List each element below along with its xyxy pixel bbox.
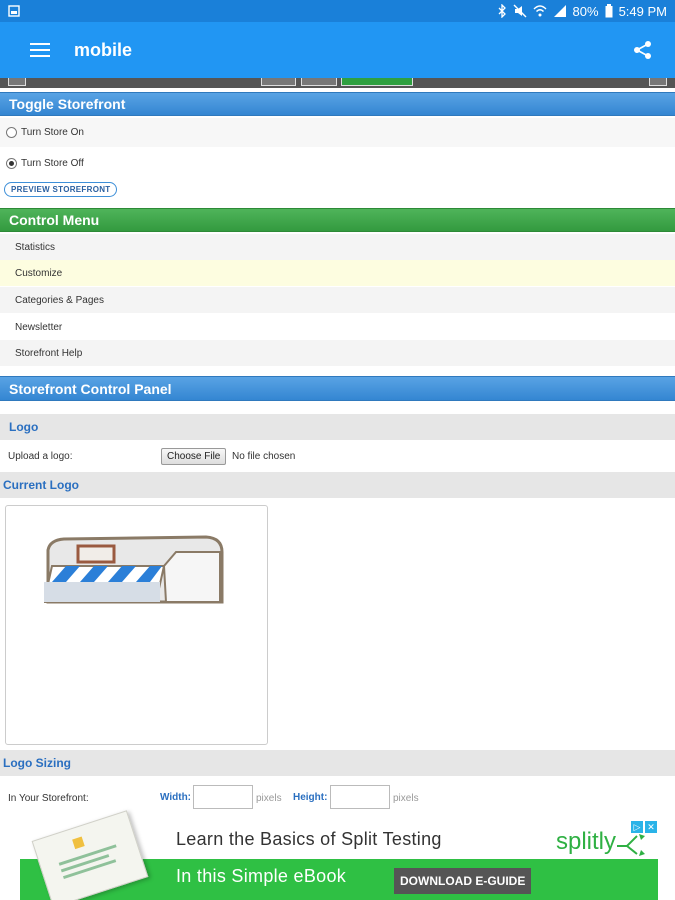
current-logo-header: Current Logo bbox=[0, 472, 675, 498]
height-label: Height: bbox=[293, 792, 328, 803]
preview-storefront-button[interactable]: PREVIEW STOREFRONT bbox=[4, 182, 118, 197]
menu-icon[interactable] bbox=[30, 43, 50, 57]
upload-logo-row: Upload a logo: Choose File No file chose… bbox=[0, 442, 675, 471]
ad-close-icon[interactable]: ✕ bbox=[645, 821, 657, 833]
storefront-control-panel-header: Storefront Control Panel bbox=[0, 376, 675, 401]
battery-percent: 80% bbox=[572, 3, 599, 19]
choose-file-button[interactable]: Choose File bbox=[161, 448, 227, 465]
menu-item-statistics[interactable]: Statistics bbox=[0, 234, 675, 260]
wifi-icon bbox=[533, 5, 547, 17]
webpage-toolbar-strip bbox=[0, 78, 675, 88]
logo-height-input[interactable] bbox=[330, 785, 390, 809]
strip-button[interactable] bbox=[261, 78, 296, 86]
width-label: Width: bbox=[160, 792, 192, 803]
battery-icon bbox=[605, 4, 613, 18]
app-title: mobile bbox=[74, 39, 133, 60]
logo-width-input[interactable] bbox=[193, 785, 253, 809]
radio-store-on[interactable] bbox=[6, 127, 17, 138]
bluetooth-icon bbox=[498, 4, 506, 18]
ad-subline: In this Simple eBook bbox=[176, 866, 347, 886]
menu-item-storefront-help[interactable]: Storefront Help bbox=[0, 340, 675, 366]
upload-logo-label: Upload a logo: bbox=[8, 451, 73, 462]
radio-store-off[interactable] bbox=[6, 158, 17, 169]
splitly-logo: splitly bbox=[556, 828, 617, 855]
in-storefront-label: In Your Storefront: bbox=[8, 793, 89, 804]
strip-button[interactable] bbox=[301, 78, 337, 86]
storefront-logo-image bbox=[44, 535, 224, 604]
strip-button[interactable] bbox=[649, 78, 667, 86]
ad-headline: Learn the Basics of Split Testing bbox=[176, 829, 442, 849]
menu-item-customize[interactable]: Customize bbox=[0, 260, 675, 286]
width-unit: pixels bbox=[256, 793, 282, 804]
logo-section-header: Logo bbox=[0, 414, 675, 440]
app-bar: mobile bbox=[0, 22, 675, 78]
strip-button[interactable] bbox=[341, 78, 413, 86]
gallery-icon bbox=[8, 5, 20, 17]
toggle-storefront-header: Toggle Storefront bbox=[0, 92, 675, 116]
current-logo-preview bbox=[5, 505, 268, 745]
ad-info-icon[interactable]: ▷ bbox=[631, 821, 643, 833]
ad-banner[interactable]: Learn the Basics of Split Testing In thi… bbox=[0, 810, 675, 900]
logo-sizing-header: Logo Sizing bbox=[0, 750, 675, 776]
menu-item-categories-pages[interactable]: Categories & Pages bbox=[0, 287, 675, 313]
clock: 5:49 PM bbox=[618, 3, 667, 19]
download-eguide-button[interactable]: DOWNLOAD E-GUIDE bbox=[394, 868, 532, 894]
share-icon[interactable] bbox=[633, 40, 653, 60]
signal-icon bbox=[553, 5, 566, 17]
height-unit: pixels bbox=[393, 793, 419, 804]
strip-button[interactable] bbox=[8, 78, 26, 86]
turn-store-on-label: Turn Store On bbox=[21, 127, 84, 138]
mute-icon bbox=[513, 4, 527, 18]
turn-store-off-option[interactable]: Turn Store Off bbox=[0, 149, 675, 178]
splitly-arrows-icon bbox=[617, 834, 645, 856]
control-menu-header: Control Menu bbox=[0, 208, 675, 232]
turn-store-on-option[interactable]: Turn Store On bbox=[0, 118, 675, 147]
turn-store-off-label: Turn Store Off bbox=[21, 158, 84, 169]
no-file-text: No file chosen bbox=[232, 451, 296, 462]
menu-item-newsletter[interactable]: Newsletter bbox=[0, 314, 675, 340]
status-bar: 80% 5:49 PM bbox=[0, 0, 675, 22]
